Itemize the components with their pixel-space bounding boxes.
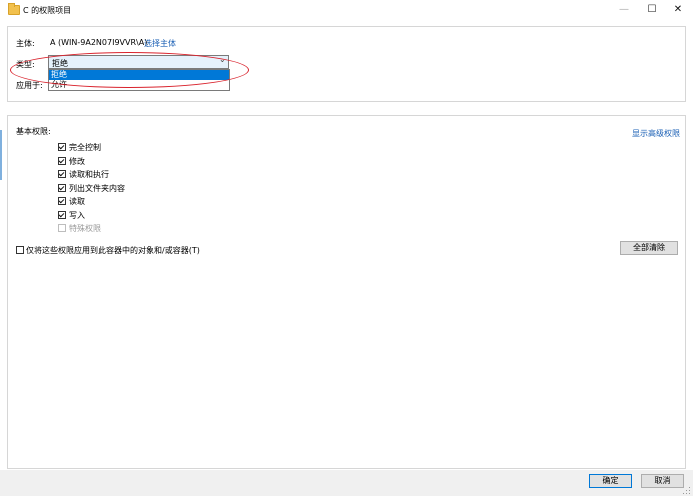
- permission-label[interactable]: 读取和执行: [69, 169, 109, 180]
- permission-label[interactable]: 列出文件夹内容: [69, 183, 125, 194]
- window-title: C 的权限项目: [23, 6, 72, 15]
- resize-grip-icon[interactable]: [683, 487, 691, 495]
- basic-permissions-label: 基本权限:: [16, 127, 51, 136]
- close-button[interactable]: ✕: [664, 0, 692, 22]
- permission-label[interactable]: 读取: [69, 196, 85, 207]
- select-principal-link[interactable]: 选择主体: [144, 38, 176, 49]
- permission-label[interactable]: 写入: [69, 210, 85, 221]
- highlight-ellipse: [10, 52, 249, 88]
- permission-checkbox: [58, 224, 66, 232]
- permission-checkbox[interactable]: [58, 210, 66, 219]
- cancel-button[interactable]: 取消: [641, 474, 684, 488]
- principal-value: A (WIN-9A2N07I9VVR\A): [50, 38, 148, 47]
- permission-label[interactable]: 完全控制: [69, 142, 101, 153]
- window-edge: [0, 130, 2, 180]
- apply-only-label[interactable]: 仅将这些权限应用到此容器中的对象和/或容器(T): [26, 245, 200, 256]
- permission-checkbox[interactable]: [58, 156, 66, 165]
- show-advanced-permissions-link[interactable]: 显示高级权限: [632, 128, 680, 139]
- permission-checkbox[interactable]: [58, 197, 66, 205]
- permission-checkbox[interactable]: [58, 183, 66, 192]
- permission-checkbox[interactable]: [58, 143, 66, 151]
- title-bar: [0, 0, 693, 22]
- permission-label: 特殊权限: [69, 224, 101, 233]
- maximize-button[interactable]: ☐: [638, 0, 666, 22]
- clear-all-button[interactable]: 全部清除: [620, 241, 678, 255]
- principal-label: 主体:: [16, 39, 35, 48]
- permission-label[interactable]: 修改: [69, 156, 85, 167]
- minimize-button[interactable]: —: [610, 0, 638, 22]
- permission-checkbox[interactable]: [58, 170, 66, 178]
- apply-only-checkbox[interactable]: [16, 246, 24, 254]
- folder-icon: [8, 3, 20, 15]
- ok-button[interactable]: 确定: [589, 474, 632, 488]
